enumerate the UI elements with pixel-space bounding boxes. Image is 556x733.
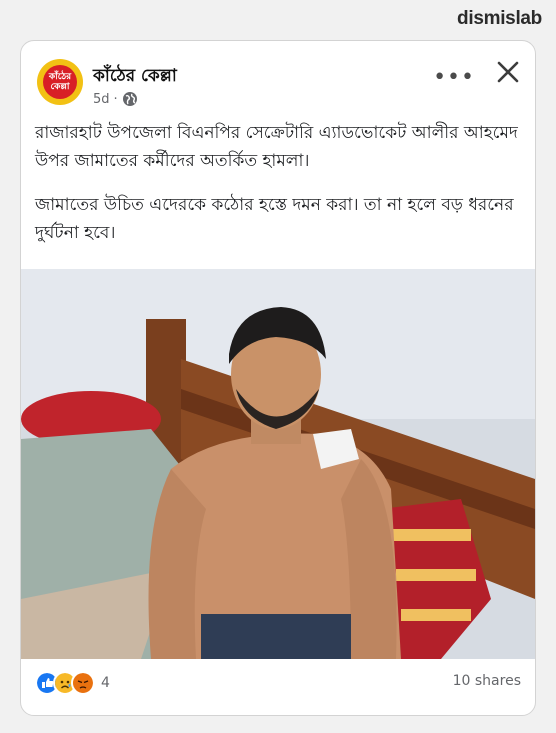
shares-count[interactable]: 10 shares — [453, 673, 521, 689]
post-paragraph-1: রাজারহাট উপজেলা বিএনপির সেক্রেটারি এ্যাড… — [35, 123, 518, 171]
avatar-logo-text: কাঁঠের কেল্লা — [43, 65, 77, 99]
angry-reaction-icon — [71, 671, 95, 695]
reaction-count: 4 — [101, 675, 110, 691]
post-header: কাঁঠের কেল্লা কাঁঠের কেল্লা 5d · ••• — [21, 41, 535, 109]
meta-separator: · — [113, 91, 118, 107]
facebook-post-card: কাঁঠের কেল্লা কাঁঠের কেল্লা 5d · ••• রাজ… — [20, 40, 536, 716]
post-photo[interactable] — [21, 269, 535, 659]
post-meta: 5d · — [93, 91, 138, 107]
post-text: রাজারহাট উপজেলা বিএনপির সেক্রেটারি এ্যাড… — [35, 119, 525, 263]
post-paragraph-2: জামাতের উচিত এদেরকে কঠোর হস্তে দমন করা। … — [35, 195, 514, 243]
page-name-link[interactable]: কাঁঠের কেল্লা — [93, 63, 177, 91]
dismislab-watermark: dismislab — [457, 8, 542, 29]
page-avatar[interactable]: কাঁঠের কেল্লা — [37, 59, 83, 105]
more-options-button[interactable]: ••• — [433, 65, 475, 90]
close-icon[interactable] — [495, 59, 521, 85]
reactions-summary[interactable]: 4 — [35, 671, 110, 695]
post-time[interactable]: 5d — [93, 92, 110, 107]
globe-icon — [122, 92, 137, 106]
